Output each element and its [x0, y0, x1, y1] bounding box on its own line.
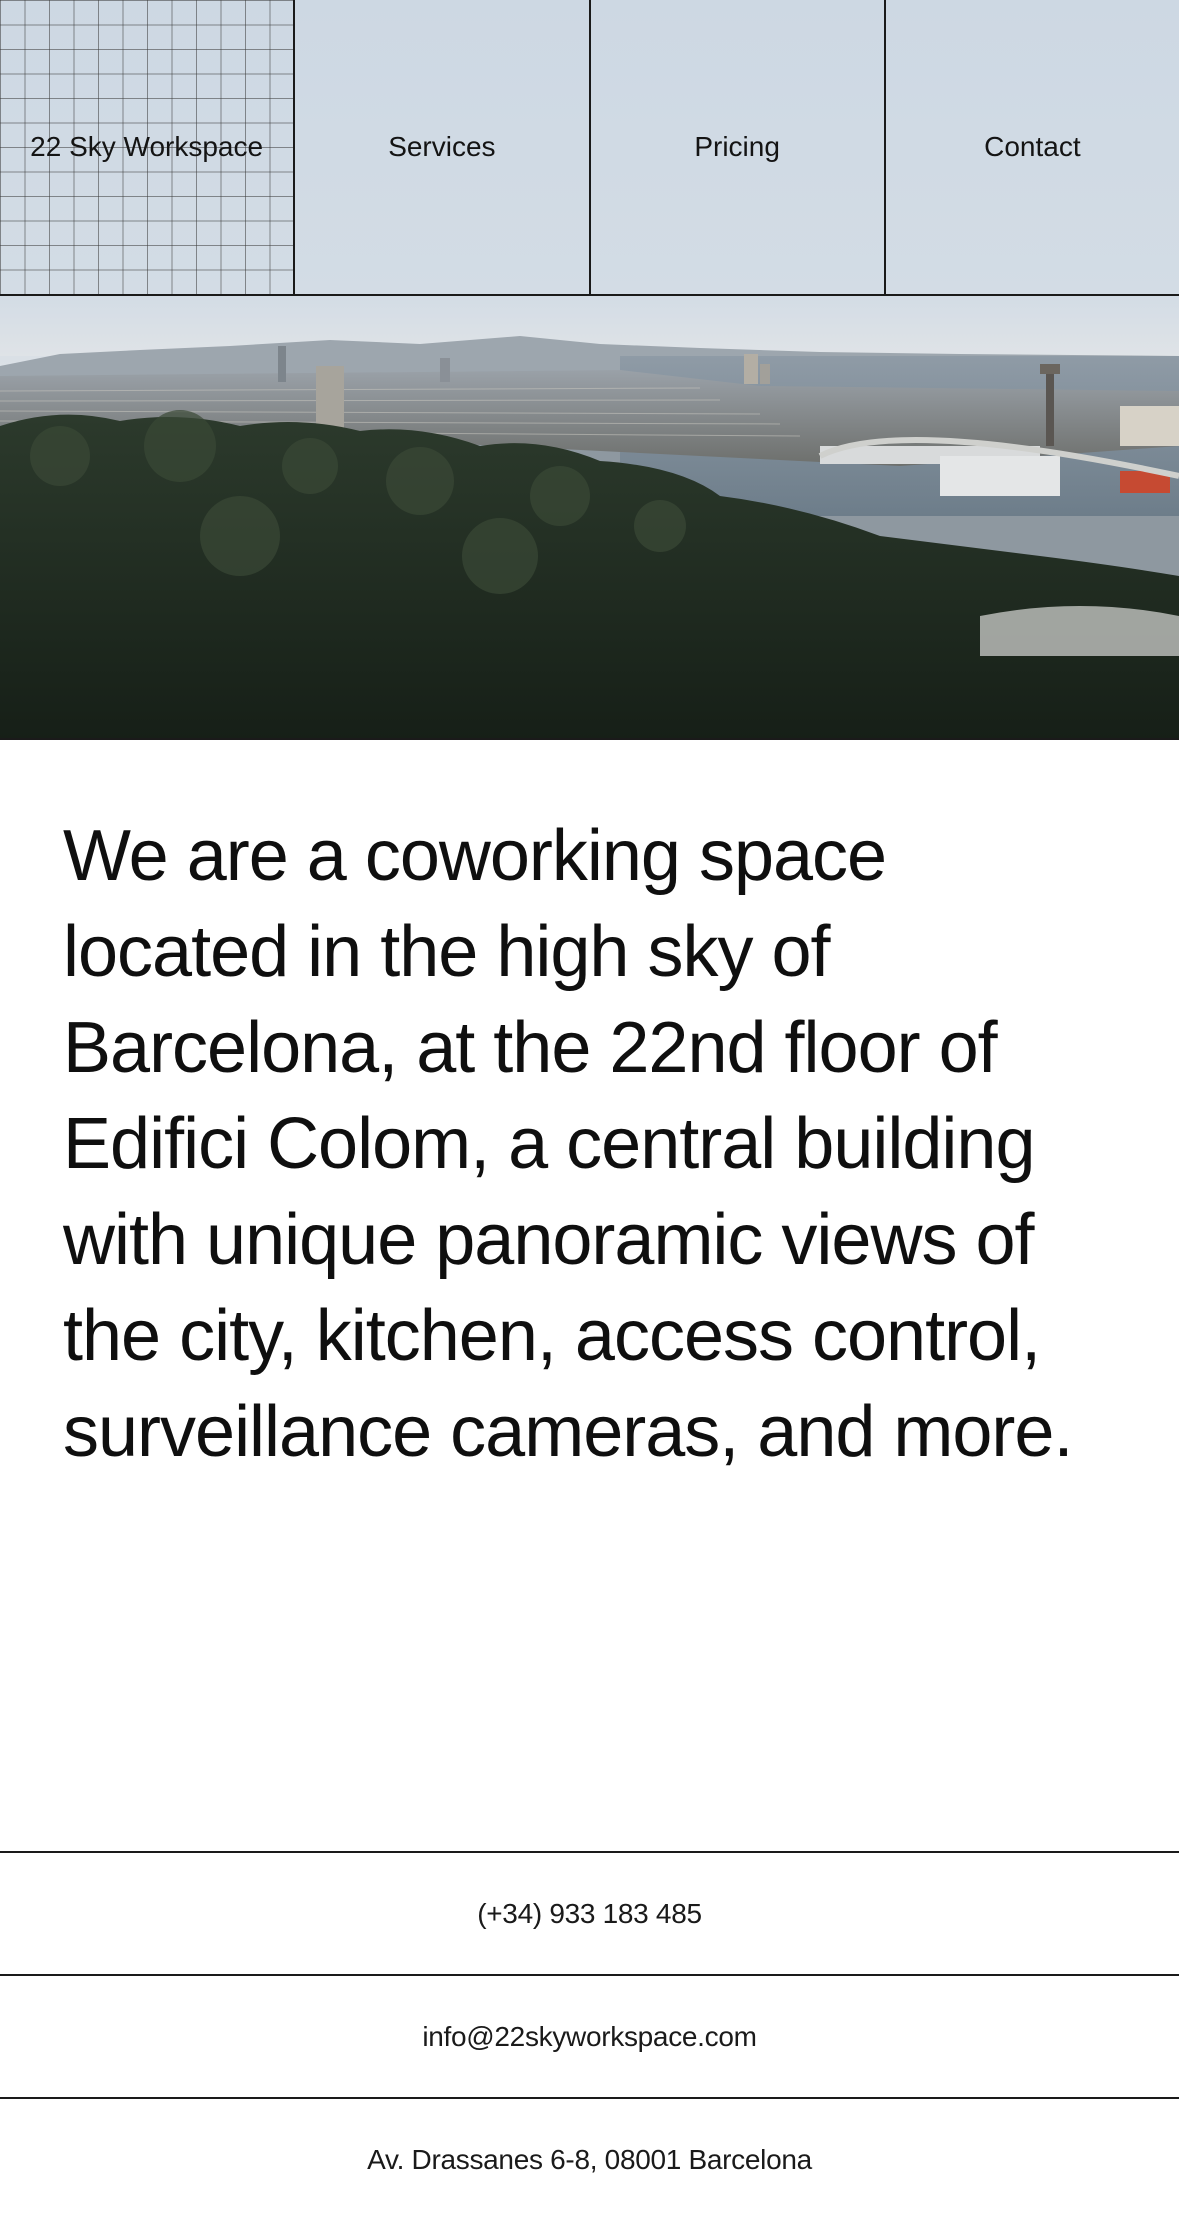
page: 22 Sky Workspace Services Pricing Contac… — [0, 0, 1179, 2223]
address-link[interactable]: Av. Drassanes 6-8, 08001 Barcelona — [0, 2097, 1179, 2221]
nav-item-contact[interactable]: Contact — [886, 0, 1179, 294]
nav-item-label: Pricing — [694, 131, 780, 162]
hero-section: 22 Sky Workspace Services Pricing Contac… — [0, 0, 1179, 740]
nav-item-pricing[interactable]: Pricing — [591, 0, 886, 294]
nav-item-label: Services — [388, 131, 496, 162]
phone-link[interactable]: (+34) 933 183 485 — [0, 1851, 1179, 1974]
email-link[interactable]: info@22skyworkspace.com — [0, 1974, 1179, 2097]
top-nav: 22 Sky Workspace Services Pricing Contac… — [0, 0, 1179, 296]
brand-name: 22 Sky Workspace — [30, 131, 264, 162]
nav-item-services[interactable]: Services — [295, 0, 591, 294]
about-paragraph: We are a coworking space located in the … — [63, 816, 1073, 1472]
barcelona-panorama-image — [0, 296, 1179, 738]
nav-item-label: Contact — [984, 131, 1081, 162]
brand-logo-link[interactable]: 22 Sky Workspace — [0, 0, 296, 294]
contact-section: (+34) 933 183 485 info@22skyworkspace.co… — [0, 1851, 1179, 2221]
